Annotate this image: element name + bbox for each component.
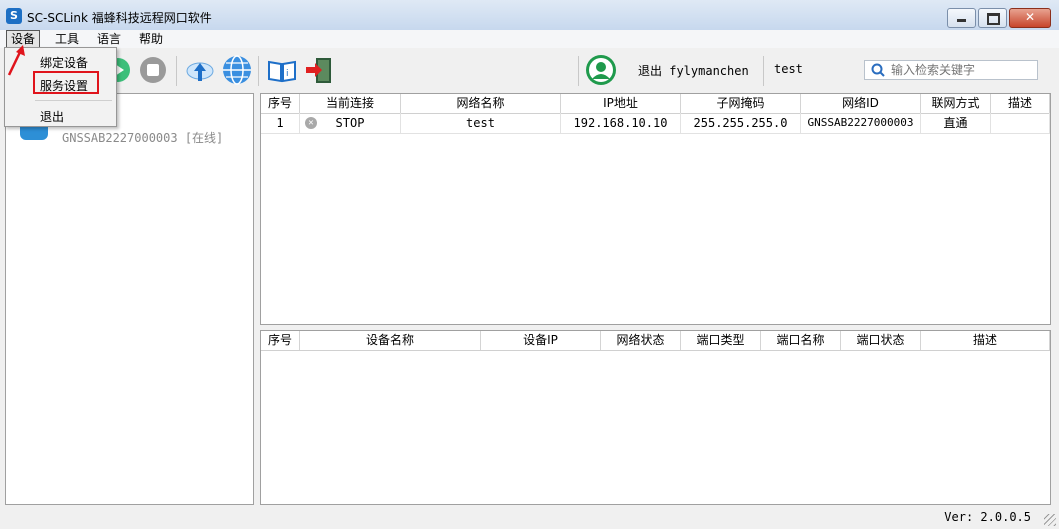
exit-icon xyxy=(306,58,331,83)
toolbar-separator xyxy=(176,56,177,86)
globe-icon xyxy=(223,55,251,85)
svg-text:i: i xyxy=(286,69,289,79)
title-bar: S SC-SCLink 福蜂科技远程网口软件 ✕ xyxy=(0,0,1059,31)
network-button[interactable] xyxy=(221,54,253,86)
search-box[interactable] xyxy=(864,60,1038,80)
device-table: 序号 设备名称 设备IP 网络状态 端口类型 端口名称 端口状态 描述 xyxy=(260,330,1051,505)
stop-button[interactable] xyxy=(137,54,169,86)
column-header[interactable]: 当前连接 xyxy=(300,94,401,113)
menu-bar: 设备 工具 语言 帮助 xyxy=(0,30,1059,48)
column-header[interactable]: IP地址 xyxy=(561,94,681,113)
menu-language[interactable]: 语言 xyxy=(93,31,125,47)
close-button[interactable]: ✕ xyxy=(1009,8,1051,28)
device-tree-item[interactable]: GNSSAB2227000003 [在线] xyxy=(62,129,223,146)
toolbar: i 退出 fylymanchen test xyxy=(0,48,1059,92)
menu-separator xyxy=(35,100,112,101)
column-header[interactable]: 端口状态 xyxy=(841,331,921,350)
close-icon: ✕ xyxy=(1024,10,1036,24)
search-input[interactable] xyxy=(891,62,1031,78)
device-tree-panel: GNSSAB2227000003 [在线] xyxy=(5,93,254,505)
status-bar: Ver: 2.0.0.5 xyxy=(0,506,1059,529)
toolbar-separator xyxy=(763,56,764,86)
connection-status: STOP xyxy=(335,116,365,130)
window-controls: ✕ xyxy=(947,8,1051,28)
device-table-header: 序号 设备名称 设备IP 网络状态 端口类型 端口名称 端口状态 描述 xyxy=(261,331,1050,351)
cell-mask: 255.255.255.0 xyxy=(681,113,801,133)
stop-icon xyxy=(140,57,166,83)
cell-ip: 192.168.10.10 xyxy=(561,113,681,133)
window-title: SC-SCLink 福蜂科技远程网口软件 xyxy=(27,11,212,25)
network-table-header: 序号 当前连接 网络名称 IP地址 子网掩码 网络ID 联网方式 描述 xyxy=(261,94,1050,114)
column-header[interactable]: 序号 xyxy=(261,94,300,113)
column-header[interactable]: 端口类型 xyxy=(681,331,761,350)
upload-icon xyxy=(186,62,214,81)
column-header[interactable]: 子网掩码 xyxy=(681,94,801,113)
cell-mode: 直通 xyxy=(921,113,991,133)
menu-tools[interactable]: 工具 xyxy=(51,31,83,47)
manual-icon: i xyxy=(268,60,296,83)
cell-desc xyxy=(991,113,1050,133)
column-header[interactable]: 设备IP xyxy=(481,331,601,350)
minimize-icon xyxy=(957,19,966,22)
version-label: Ver: 2.0.0.5 xyxy=(944,510,1031,524)
column-header[interactable]: 网络名称 xyxy=(401,94,561,113)
annotation-arrow-icon xyxy=(7,45,25,76)
column-header[interactable]: 序号 xyxy=(261,331,300,350)
current-network-label: test xyxy=(774,62,803,76)
upload-button[interactable] xyxy=(184,54,216,86)
menu-item-exit[interactable]: 退出 xyxy=(40,108,64,125)
search-icon xyxy=(871,63,885,77)
column-header[interactable]: 网络ID xyxy=(801,94,921,113)
highlight-box xyxy=(33,71,99,94)
cell-index: 1 xyxy=(261,113,300,133)
exit-button[interactable] xyxy=(303,54,335,86)
manual-button[interactable]: i xyxy=(266,54,298,86)
cell-network-id: GNSSAB2227000003 xyxy=(801,113,921,133)
cell-network-name: test xyxy=(401,113,561,133)
table-row[interactable]: 1 ✕ STOP test 192.168.10.10 255.255.255.… xyxy=(261,113,1050,134)
column-header[interactable]: 联网方式 xyxy=(921,94,991,113)
maximize-icon xyxy=(987,13,1000,25)
maximize-button[interactable] xyxy=(978,8,1007,28)
menu-help[interactable]: 帮助 xyxy=(135,31,167,47)
column-header[interactable]: 描述 xyxy=(921,331,1050,350)
menu-item-bind-device[interactable]: 绑定设备 xyxy=(40,54,88,71)
network-table: 序号 当前连接 网络名称 IP地址 子网掩码 网络ID 联网方式 描述 1 ✕ … xyxy=(260,93,1051,325)
toolbar-separator xyxy=(258,56,259,86)
disconnected-icon[interactable]: ✕ xyxy=(305,117,317,129)
app-icon: S xyxy=(6,8,22,24)
column-header[interactable]: 端口名称 xyxy=(761,331,841,350)
user-avatar[interactable] xyxy=(585,54,617,86)
logout-user-label[interactable]: 退出 fylymanchen xyxy=(638,62,749,79)
user-avatar-icon xyxy=(586,55,616,85)
column-header[interactable]: 设备名称 xyxy=(300,331,481,350)
minimize-button[interactable] xyxy=(947,8,976,28)
cell-connection: ✕ STOP xyxy=(300,113,401,133)
resize-grip[interactable] xyxy=(1044,514,1056,526)
column-header[interactable]: 描述 xyxy=(991,94,1050,113)
toolbar-separator xyxy=(578,56,579,86)
column-header[interactable]: 网络状态 xyxy=(601,331,681,350)
